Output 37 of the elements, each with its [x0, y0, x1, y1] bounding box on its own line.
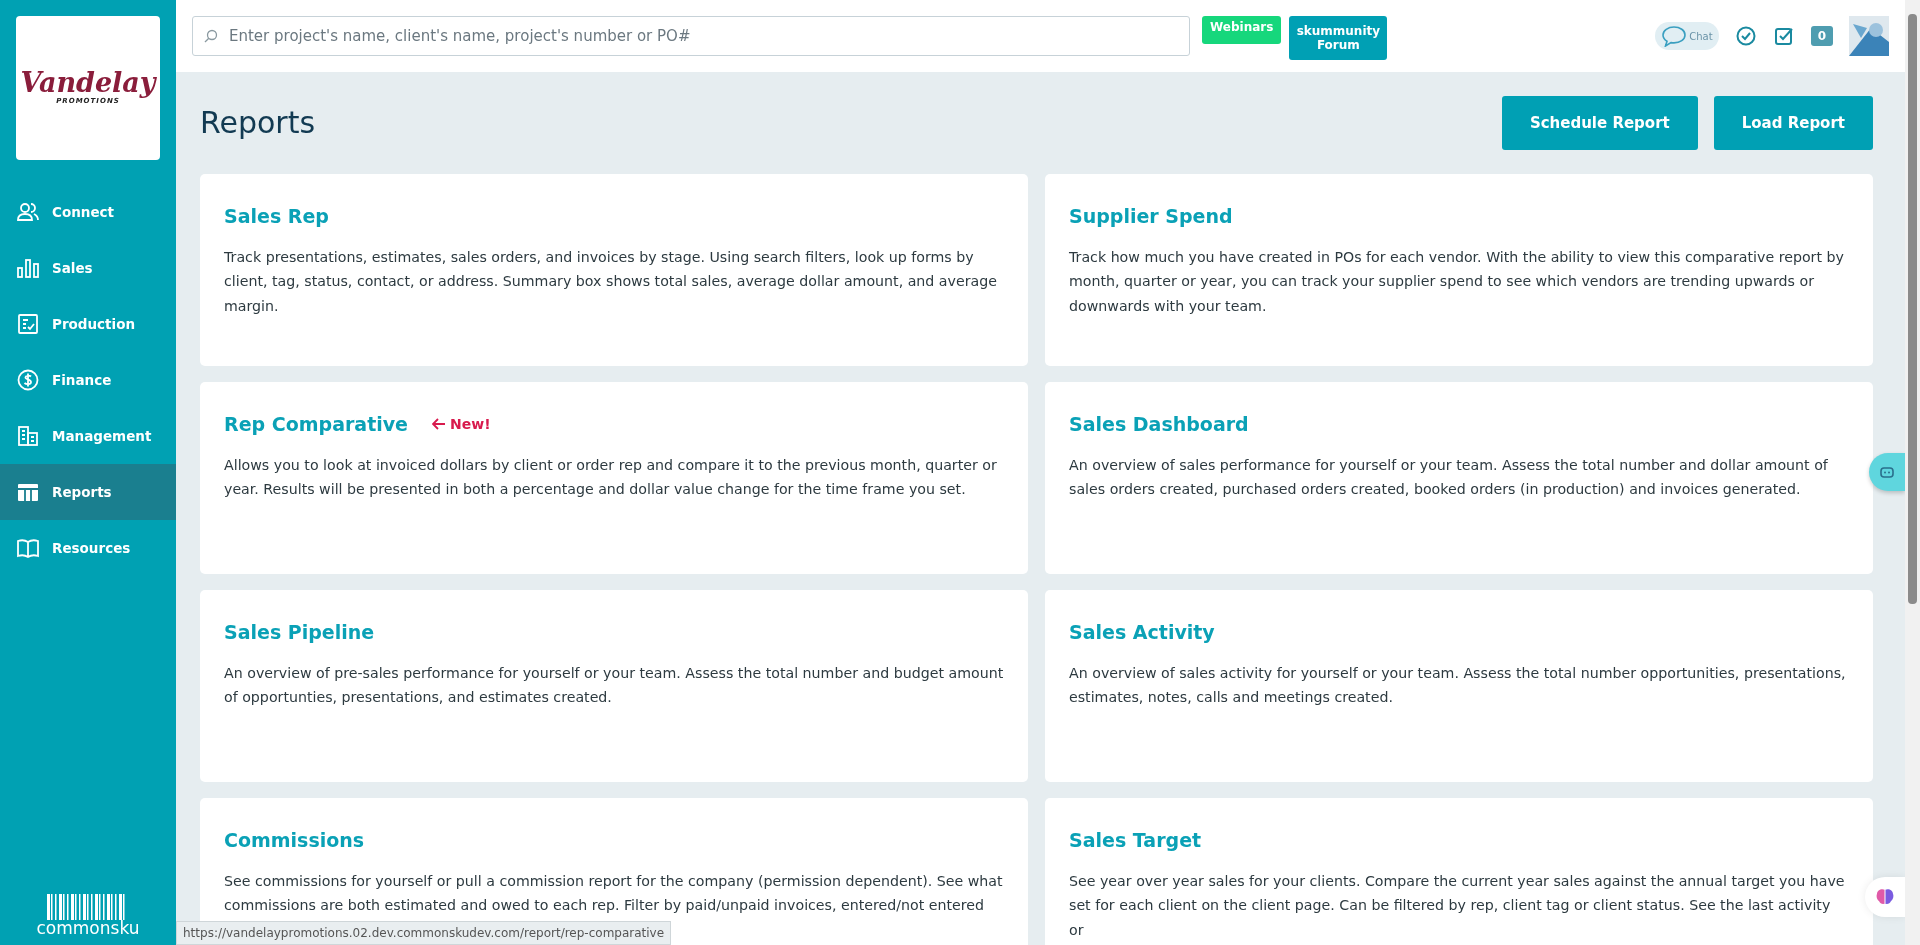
card-description: An overview of sales activity for yourself or your team. Assess the total number opportunities, presentations, estimates, notes, calls and meetings created. [1069, 663, 1847, 708]
report-card[interactable]: Sales Pipeline An overview of pre-sales performance for yourself or your team. Assess the total number and budget amount of opportunties, presentations, and estimates created. [200, 590, 1028, 782]
card-title[interactable]: Commissions [224, 826, 365, 855]
card-title[interactable]: Sales Dashboard [1069, 410, 1249, 439]
card-title[interactable]: Sales Pipeline [224, 618, 375, 647]
card-title[interactable]: Sales Activity [1069, 618, 1215, 647]
sidebar-item[interactable]: Finance [0, 352, 176, 408]
search-field[interactable]: Enter project's name, client's name, project's number or PO# [192, 16, 1190, 56]
page-title: Reports [200, 105, 316, 141]
card-description: See year over year sales for your clients. Compare the current year sales against the annual target you have set for each client on the client page. Can be filtered by rep, client tag or client status. See the last activity or [1069, 871, 1846, 941]
sidebar-item[interactable]: Reports [0, 464, 176, 520]
logo-script: Vandelay [20, 69, 156, 97]
card-description: Track presentations, estimates, sales orders, and invoices by stage. Using search filters, look up forms by client, tag, status, contact, or address. Summary box shows total sales, average dollar amount, and average margin. [224, 247, 998, 317]
sidebar-item[interactable]: Connect [0, 184, 176, 240]
card-title[interactable]: Sales Rep [224, 202, 329, 231]
card-description: An overview of sales performance for yourself or your team. Assess the total number and dollar amount of sales orders created, purchased orders created, booked orders (in production) and invoices generated. [1069, 455, 1829, 500]
card-title[interactable]: Sales Target [1069, 826, 1202, 855]
card-title[interactable]: Rep Comparative [224, 410, 408, 439]
tag-text: New! [450, 414, 491, 434]
top-link[interactable]: Webinars [1202, 16, 1282, 44]
top-link[interactable]: skummunity Forum [1289, 16, 1388, 60]
link-url-tooltip: https://vandelaypromotions.02.dev.commonskudev.com/report/rep-comparative [176, 921, 672, 945]
sidebar-item[interactable]: Production [0, 296, 176, 352]
chat-button[interactable]: Chat [1655, 22, 1719, 50]
sidebar-item[interactable]: Sales [0, 240, 176, 296]
report-card[interactable]: Sales Activity An overview of sales activity for yourself or your team. Assess the total number opportunities, presentations, estimates, notes, calls and meetings created. [1045, 590, 1873, 782]
card-description: Track how much you have created in POs for each vendor. With the ability to view this comparative report by month, quarter or year, you can track your supplier spend to see which vendors are trending upwards or downwards with your team. [1069, 247, 1845, 317]
brand-name: commonsku [36, 920, 140, 937]
card-description: Allows you to look at invoiced dollars by client or order rep and compare it to the previous month, quarter or year. Results will be presented in both a percentage and dollar value change for the time frame you set. [224, 455, 998, 500]
notification-count[interactable]: 0 [1810, 26, 1833, 46]
sidebar-item[interactable]: Resources [0, 520, 176, 576]
header-button[interactable]: Load Report [1713, 96, 1873, 150]
card-title[interactable]: Supplier Spend [1069, 202, 1233, 231]
sidebar-item[interactable]: Management [0, 408, 176, 464]
card-description: See commissions for yourself or pull a commission report for the company (permission dependent). See what commissions are both estimated and owed to each rep. Filter by paid/unpaid invoices, entered/not entered [224, 871, 1004, 916]
card-description: An overview of pre-sales performance for yourself or your team. Assess the total number and budget amount of opportunties, presentations, and estimates created. [224, 663, 1004, 708]
header-button[interactable]: Schedule Report [1501, 96, 1698, 150]
